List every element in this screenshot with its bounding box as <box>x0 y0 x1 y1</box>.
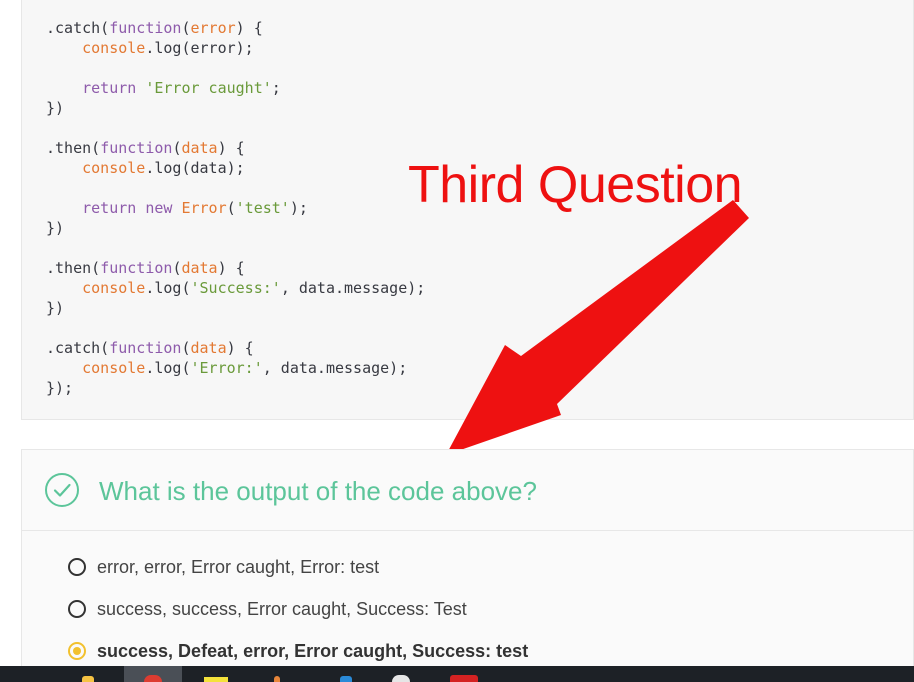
code-line: console.log('Error:', data.message); <box>46 358 425 378</box>
code-line: }) <box>46 298 425 318</box>
code-token: 'Success:' <box>190 279 281 297</box>
code-token: ( <box>181 339 191 357</box>
code-token: function <box>100 259 173 277</box>
code-token: 'Error caught' <box>145 79 272 97</box>
code-token: console <box>82 279 146 297</box>
app-icon-3[interactable] <box>436 666 494 682</box>
answer-option-3[interactable]: success, Defeat, error, Error caught, Su… <box>68 639 528 663</box>
code-line: .then(function(data) { <box>46 258 425 278</box>
code-token: }) <box>46 99 65 117</box>
code-token: ) { <box>235 19 263 37</box>
code-token: data <box>190 339 227 357</box>
question-header: What is the output of the code above? <box>22 450 913 531</box>
code-token: console <box>82 359 146 377</box>
code-token: data <box>181 259 218 277</box>
code-token: console <box>82 159 146 177</box>
file-explorer-icon[interactable] <box>60 666 118 682</box>
code-token: return <box>82 79 137 97</box>
code-token: .log(data); <box>145 159 245 177</box>
code-line: console.log('Success:', data.message); <box>46 278 425 298</box>
app-icon[interactable] <box>252 666 310 682</box>
code-line: }); <box>46 378 425 398</box>
code-token: data <box>181 139 218 157</box>
code-token: .log(error); <box>145 39 254 57</box>
code-token: .catch( <box>46 339 110 357</box>
code-token: 'Error:' <box>190 359 263 377</box>
code-token: }); <box>46 379 74 397</box>
app-icon-2[interactable] <box>376 666 434 682</box>
answer-option-2[interactable]: success, success, Error caught, Success:… <box>68 597 467 621</box>
code-token: 'test' <box>235 199 290 217</box>
answer-label: success, Defeat, error, Error caught, Su… <box>97 640 529 661</box>
code-token: ) { <box>217 139 245 157</box>
answer-option-1[interactable]: error, error, Error caught, Error: test <box>68 555 379 579</box>
code-token: function <box>109 339 182 357</box>
chrome-icon[interactable] <box>124 666 182 682</box>
code-block: .catch(function(error) { console.log(err… <box>46 18 425 398</box>
code-token: function <box>100 139 173 157</box>
code-line: .then(function(data) { <box>46 138 425 158</box>
code-line: }) <box>46 98 425 118</box>
code-token: .log( <box>145 279 191 297</box>
code-token: ( <box>226 199 236 217</box>
code-token: console <box>82 39 146 57</box>
code-token: .then( <box>46 139 101 157</box>
vscode-icon[interactable] <box>316 666 374 682</box>
code-line: .catch(function(data) { <box>46 338 425 358</box>
code-line: return new Error('test'); <box>46 198 425 218</box>
answer-label: error, error, Error caught, Error: test <box>97 556 380 577</box>
answer-label: success, success, Error caught, Success:… <box>97 598 467 619</box>
radio-button[interactable] <box>68 558 86 576</box>
sticky-notes-icon[interactable] <box>188 666 246 682</box>
code-token: new <box>145 199 173 217</box>
radio-button-selected[interactable] <box>68 642 86 660</box>
code-token: .log( <box>145 359 191 377</box>
check-circle-icon <box>45 473 79 507</box>
code-line: .catch(function(error) { <box>46 18 425 38</box>
code-token: .then( <box>46 259 101 277</box>
question-panel: What is the output of the code above? er… <box>21 449 914 682</box>
code-token: ) { <box>226 339 254 357</box>
code-token: error <box>190 19 236 37</box>
code-line: console.log(error); <box>46 38 425 58</box>
code-token: ( <box>181 19 191 37</box>
code-line: console.log(data); <box>46 158 425 178</box>
annotation-label: Third Question <box>408 156 743 214</box>
code-token: ; <box>271 79 281 97</box>
code-token: }) <box>46 219 65 237</box>
code-line: }) <box>46 218 425 238</box>
code-token: function <box>109 19 182 37</box>
question-title: What is the output of the code above? <box>99 476 537 506</box>
code-token: .catch( <box>46 19 110 37</box>
radio-button[interactable] <box>68 600 86 618</box>
code-token: ); <box>289 199 308 217</box>
code-token: ) { <box>217 259 245 277</box>
code-token: Error <box>181 199 227 217</box>
code-line: return 'Error caught'; <box>46 78 425 98</box>
code-token: , data.message); <box>262 359 408 377</box>
code-token: , data.message); <box>280 279 426 297</box>
code-token: }) <box>46 299 65 317</box>
code-token: return <box>82 199 137 217</box>
taskbar <box>0 666 914 682</box>
